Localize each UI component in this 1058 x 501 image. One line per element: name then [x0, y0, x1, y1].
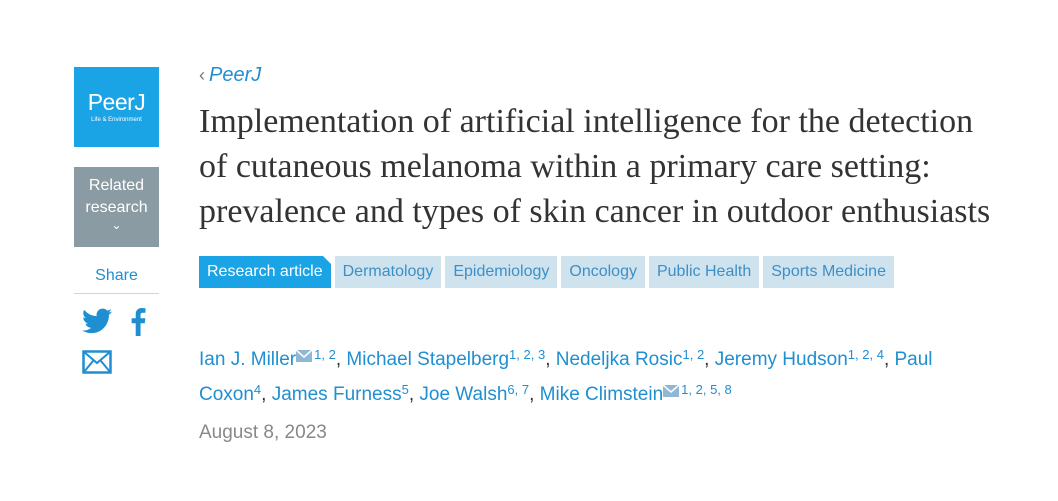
- author-separator: ,: [529, 384, 540, 405]
- author-link[interactable]: Joe Walsh: [419, 384, 507, 405]
- facebook-icon[interactable]: [130, 308, 146, 336]
- twitter-icon[interactable]: [82, 308, 112, 336]
- logo-tagline: Life & Environment: [91, 117, 142, 123]
- email-icon[interactable]: [662, 377, 680, 407]
- mail-icon[interactable]: [74, 350, 159, 374]
- journal-logo[interactable]: PeerJ Life & Environment: [74, 67, 159, 147]
- affiliation-numbers[interactable]: 1, 2: [314, 347, 336, 362]
- tag-public-health[interactable]: Public Health: [648, 256, 760, 288]
- publication-date: August 8, 2023: [199, 422, 327, 443]
- related-label-line2: research: [85, 199, 148, 216]
- author-link[interactable]: Ian J. Miller: [199, 349, 296, 370]
- author-separator: ,: [335, 349, 347, 370]
- tag-oncology[interactable]: Oncology: [561, 256, 645, 288]
- author-separator: ,: [883, 349, 895, 370]
- chevron-down-icon: ⌄: [111, 218, 122, 232]
- related-label-line1: Related: [88, 177, 145, 194]
- chevron-left-icon: ‹: [199, 65, 205, 85]
- affiliation-numbers[interactable]: 1, 2, 3: [509, 347, 545, 362]
- email-icon[interactable]: [295, 342, 313, 372]
- author-link[interactable]: Nedeljka Rosic: [556, 349, 683, 370]
- related-research-button[interactable]: Related research ⌄: [74, 167, 159, 247]
- article-title: Implementation of artificial intelligenc…: [199, 103, 991, 230]
- tag-sports-medicine[interactable]: Sports Medicine: [763, 256, 894, 288]
- author-separator: ,: [408, 384, 420, 405]
- sidebar: PeerJ Life & Environment Related researc…: [74, 67, 159, 374]
- tag-dermatology[interactable]: Dermatology: [334, 256, 442, 288]
- affiliation-numbers[interactable]: 1, 2, 4: [848, 347, 884, 362]
- share-label: Share: [74, 267, 159, 294]
- breadcrumb-label: PeerJ: [209, 64, 262, 86]
- affiliation-numbers[interactable]: 6, 7: [507, 382, 529, 397]
- article-header: ‹ PeerJ Implementation of artificial int…: [199, 64, 1019, 444]
- tag-research-article[interactable]: Research article: [199, 256, 331, 288]
- author-link[interactable]: James Furness: [272, 384, 402, 405]
- author-link[interactable]: Mike Climstein: [540, 384, 664, 405]
- breadcrumb-journal-link[interactable]: ‹ PeerJ: [199, 64, 1019, 87]
- author-separator: ,: [704, 349, 715, 370]
- affiliation-numbers[interactable]: 1, 2, 5, 8: [681, 382, 732, 397]
- author-separator: ,: [261, 384, 272, 405]
- author-separator: ,: [545, 349, 556, 370]
- author-link[interactable]: Michael Stapelberg: [346, 349, 509, 370]
- subject-tags: Research article Dermatology Epidemiolog…: [199, 256, 1019, 288]
- affiliation-numbers[interactable]: 5: [402, 382, 409, 397]
- affiliation-numbers[interactable]: 1, 2: [682, 347, 704, 362]
- author-link[interactable]: Jeremy Hudson: [715, 349, 848, 370]
- author-list: Ian J. Miller 1, 2, Michael Stapelberg1, …: [199, 340, 979, 410]
- logo-brand: PeerJ: [87, 89, 146, 115]
- tag-epidemiology[interactable]: Epidemiology: [445, 256, 558, 288]
